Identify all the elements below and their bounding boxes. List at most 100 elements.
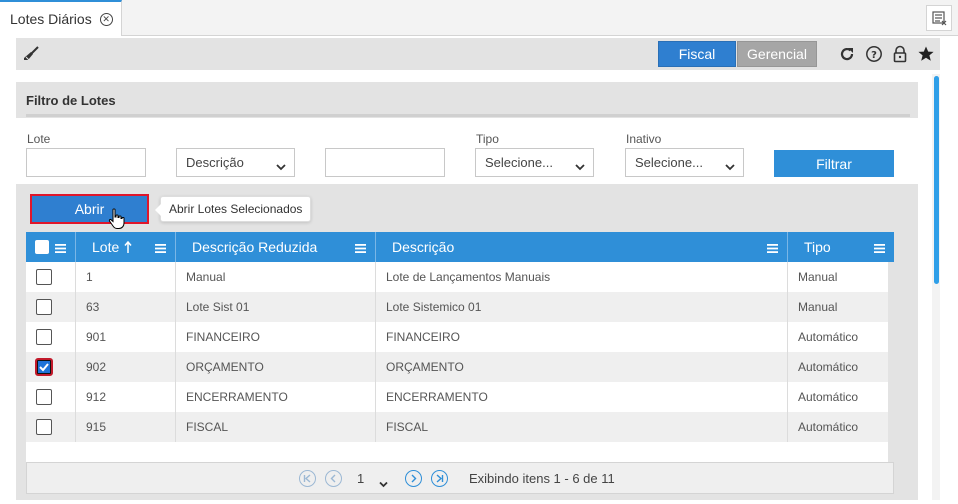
cell-descricao: ENCERRAMENTO <box>376 382 788 412</box>
cell-lote: 63 <box>76 292 176 322</box>
cell-descricao: ORÇAMENTO <box>376 352 788 382</box>
grid-header: Lote Descrição Reduzida Descrição Tipo <box>26 232 894 262</box>
cell-descricao-reduzida: Manual <box>176 262 376 292</box>
cell-descricao: Lote Sistemico 01 <box>376 292 788 322</box>
chevron-down-icon <box>725 159 735 174</box>
help-icon[interactable]: ? <box>864 44 884 64</box>
select-all-checkbox[interactable] <box>35 240 49 254</box>
cell-tipo: Manual <box>798 270 838 284</box>
cell-descricao-reduzida: FINANCEIRO <box>176 322 376 352</box>
inativo-select-value: Selecione... <box>635 155 703 170</box>
hamburger-menu-icon[interactable] <box>355 241 366 257</box>
pointer-cursor-icon <box>108 208 126 235</box>
cell-tipo: Automático <box>798 390 859 404</box>
row-select-cell <box>26 262 76 292</box>
cell-descricao: FISCAL <box>376 412 788 442</box>
row-select-cell <box>26 322 76 352</box>
tab-label: Lotes Diários <box>10 11 92 27</box>
cell-lote: 915 <box>76 412 176 442</box>
cell-descricao-reduzida: ORÇAMENTO <box>176 352 376 382</box>
lock-icon[interactable] <box>890 44 910 64</box>
panel-title: Filtro de Lotes <box>26 93 116 108</box>
fiscal-toggle-button[interactable]: Fiscal <box>658 41 736 67</box>
hamburger-menu-icon[interactable] <box>767 241 778 257</box>
row-select-cell <box>26 292 76 322</box>
cell-tipo: Manual <box>798 300 838 314</box>
tab-close-icon[interactable]: ✕ <box>99 12 113 26</box>
texto-filtro-input[interactable] <box>325 148 445 177</box>
cell-lote: 901 <box>76 322 176 352</box>
broom-icon[interactable] <box>22 45 40 68</box>
hamburger-menu-icon[interactable] <box>155 241 166 257</box>
chevron-down-icon <box>276 159 286 174</box>
hamburger-menu-icon[interactable] <box>874 241 885 257</box>
campo-select-value: Descrição <box>186 155 244 170</box>
first-page-icon[interactable] <box>299 470 316 487</box>
table-row[interactable]: 912 ENCERRAMENTO ENCERRAMENTO Automático <box>26 382 888 412</box>
column-header-descricao-reduzida[interactable]: Descrição Reduzida <box>176 232 376 262</box>
lote-input[interactable] <box>26 148 146 177</box>
cell-tipo: Automático <box>798 420 859 434</box>
abrir-button[interactable]: Abrir <box>30 194 149 224</box>
current-page[interactable]: 1 <box>357 471 364 486</box>
column-label-descricao-reduzida: Descrição Reduzida <box>192 239 318 255</box>
grid-empty-area <box>26 442 888 462</box>
cell-descricao-reduzida: Lote Sist 01 <box>176 292 376 322</box>
table-row[interactable]: 915 FISCAL FISCAL Automático <box>26 412 888 442</box>
svg-text:?: ? <box>871 50 877 61</box>
column-label-tipo: Tipo <box>804 239 831 255</box>
cell-tipo: Automático <box>798 360 859 374</box>
tipo-label: Tipo <box>476 132 499 146</box>
row-select-cell <box>26 352 76 382</box>
tab-list-icon[interactable] <box>926 5 952 31</box>
table-row[interactable]: 1 Manual Lote de Lançamentos Manuais Manual <box>26 262 888 292</box>
chevron-down-icon[interactable] <box>379 475 388 493</box>
chevron-down-icon <box>575 159 585 174</box>
abrir-tooltip: Abrir Lotes Selecionados <box>154 196 312 222</box>
gerencial-toggle-button[interactable]: Gerencial <box>737 41 817 67</box>
filtrar-button[interactable]: Filtrar <box>774 150 894 177</box>
inativo-select[interactable]: Selecione... <box>625 148 744 177</box>
panel-divider <box>26 114 910 117</box>
cell-lote: 912 <box>76 382 176 412</box>
cell-descricao: FINANCEIRO <box>376 322 788 352</box>
column-header-lote[interactable]: Lote <box>76 232 176 262</box>
cell-descricao-reduzida: ENCERRAMENTO <box>176 382 376 412</box>
previous-page-icon[interactable] <box>325 470 342 487</box>
select-all-header <box>26 232 76 262</box>
refresh-icon[interactable] <box>837 44 857 64</box>
cell-descricao-reduzida: FISCAL <box>176 412 376 442</box>
tipo-select[interactable]: Selecione... <box>475 148 594 177</box>
next-page-icon[interactable] <box>405 470 422 487</box>
table-row[interactable]: 901 FINANCEIRO FINANCEIRO Automático <box>26 322 888 352</box>
tab-lotes-diarios[interactable]: Lotes Diários ✕ <box>0 0 122 36</box>
lote-label: Lote <box>27 132 51 146</box>
row-checkbox[interactable] <box>36 419 52 435</box>
column-label-descricao: Descrição <box>392 239 455 255</box>
campo-select[interactable]: Descrição <box>176 148 295 177</box>
cell-lote: 902 <box>76 352 176 382</box>
row-checkbox[interactable] <box>36 269 52 285</box>
table-row[interactable]: 902 ORÇAMENTO ORÇAMENTO Automático <box>26 352 888 382</box>
pager-info: Exibindo itens 1 - 6 de 11 <box>469 471 615 486</box>
row-checkbox[interactable] <box>35 358 53 376</box>
last-page-icon[interactable] <box>431 470 448 487</box>
cell-lote: 1 <box>76 262 176 292</box>
cell-tipo: Automático <box>798 330 859 344</box>
column-header-descricao[interactable]: Descrição <box>376 232 788 262</box>
column-label-lote: Lote <box>92 239 120 255</box>
tab-bar: Lotes Diários ✕ <box>0 0 958 36</box>
row-checkbox[interactable] <box>36 389 52 405</box>
row-checkbox[interactable] <box>36 299 52 315</box>
hamburger-menu-icon[interactable] <box>55 241 66 257</box>
grid-pager: 1 Exibindo itens 1 - 6 de 11 <box>26 462 894 494</box>
inativo-label: Inativo <box>626 132 662 146</box>
row-select-cell <box>26 382 76 412</box>
page-scrollbar-thumb[interactable] <box>934 76 939 284</box>
table-row[interactable]: 63 Lote Sist 01 Lote Sistemico 01 Manual <box>26 292 888 322</box>
page-toolbar: Fiscal Gerencial ? <box>16 38 940 70</box>
row-checkbox[interactable] <box>36 329 52 345</box>
star-icon[interactable] <box>916 44 936 64</box>
column-header-tipo[interactable]: Tipo <box>788 232 894 262</box>
row-select-cell <box>26 412 76 442</box>
